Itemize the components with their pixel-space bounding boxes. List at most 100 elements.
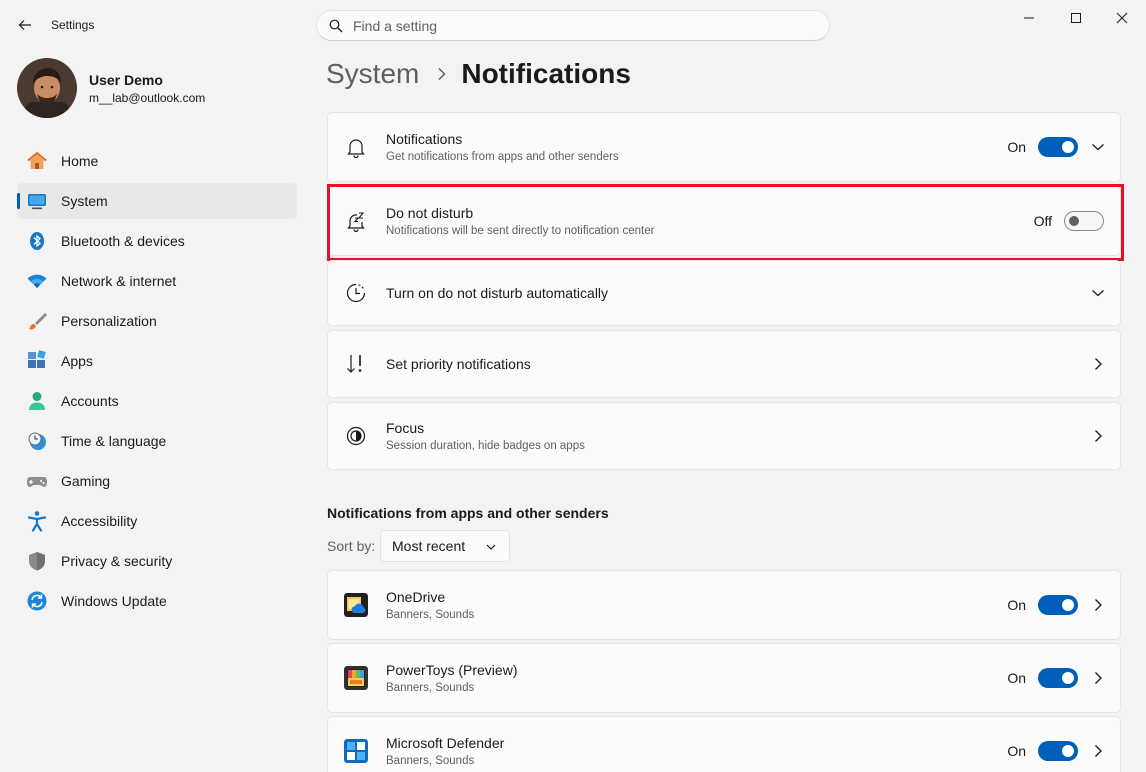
- setting-title: Set priority notifications: [386, 356, 531, 372]
- breadcrumb: System Notifications: [326, 58, 631, 90]
- system-icon: [26, 190, 48, 212]
- breadcrumb-chevron-icon: [437, 67, 447, 81]
- update-icon: [26, 590, 48, 612]
- close-icon: [1116, 12, 1128, 24]
- sidebar-item-apps[interactable]: Apps: [17, 343, 297, 379]
- sidebar-item-windows-update[interactable]: Windows Update: [17, 583, 297, 619]
- search-icon: [329, 19, 343, 32]
- app-title: Settings: [51, 18, 95, 32]
- setting-subtitle: Notifications will be sent directly to n…: [386, 225, 655, 237]
- sort-by-label: Sort by:: [327, 538, 376, 554]
- page-title: Notifications: [461, 58, 631, 89]
- sidebar-item-label: Privacy & security: [61, 553, 173, 569]
- sidebar-item-label: System: [61, 193, 108, 209]
- clock-globe-icon: [26, 430, 48, 452]
- dnd-automatic-setting[interactable]: Turn on do not disturb automatically: [327, 260, 1121, 326]
- sidebar-item-home[interactable]: Home: [17, 143, 297, 179]
- sort-dropdown[interactable]: Most recent: [380, 530, 510, 562]
- chevron-right-icon[interactable]: [1090, 670, 1106, 686]
- onedrive-app-icon: [344, 593, 368, 617]
- toggle-state-label: On: [1007, 597, 1026, 613]
- powertoys-app-icon: [344, 666, 368, 690]
- bell-icon: [344, 135, 368, 159]
- chevron-down-icon[interactable]: [1090, 139, 1106, 155]
- setting-title: Turn on do not disturb automatically: [386, 285, 609, 301]
- wifi-icon: [26, 270, 48, 292]
- powertoys-toggle[interactable]: [1038, 668, 1078, 688]
- close-button[interactable]: [1110, 6, 1134, 30]
- sidebar-item-personalization[interactable]: Personalization: [17, 303, 297, 339]
- minimize-icon: [1024, 17, 1034, 19]
- sidebar-item-label: Windows Update: [61, 593, 167, 609]
- sort-selected-value: Most recent: [392, 538, 466, 554]
- toggle-state-label: On: [1007, 670, 1026, 686]
- toggle-state-label: Off: [1033, 213, 1052, 229]
- sidebar-item-label: Gaming: [61, 473, 111, 489]
- priority-notifications-setting[interactable]: Set priority notifications: [327, 330, 1121, 398]
- maximize-button[interactable]: [1064, 6, 1088, 30]
- accessibility-icon: [26, 510, 48, 532]
- focus-setting[interactable]: Focus Session duration, hide badges on a…: [327, 402, 1121, 470]
- minimize-button[interactable]: [1017, 6, 1041, 30]
- focus-icon: [344, 424, 368, 448]
- notifications-setting[interactable]: Notifications Get notifications from app…: [327, 112, 1121, 182]
- search-box[interactable]: [316, 10, 830, 41]
- setting-title: Notifications: [386, 131, 463, 147]
- app-name: Microsoft Defender: [386, 735, 505, 751]
- toggle-state-label: On: [1007, 139, 1026, 155]
- back-arrow-icon: [18, 20, 31, 30]
- shield-icon: [26, 550, 48, 572]
- avatar: [17, 58, 77, 118]
- back-button[interactable]: [14, 14, 36, 36]
- sidebar-item-label: Home: [61, 153, 99, 169]
- app-notification-row[interactable]: PowerToys (Preview) Banners, Sounds On: [327, 643, 1121, 713]
- setting-title: Do not disturb: [386, 205, 474, 221]
- sidebar-item-accessibility[interactable]: Accessibility: [17, 503, 297, 539]
- notifications-toggle[interactable]: [1038, 137, 1078, 157]
- chevron-right-icon[interactable]: [1090, 428, 1106, 444]
- user-email: m__lab@outlook.com: [89, 90, 206, 105]
- do-not-disturb-toggle[interactable]: [1064, 211, 1104, 231]
- chevron-down-icon[interactable]: [1090, 285, 1106, 301]
- maximize-icon: [1071, 13, 1081, 23]
- app-notification-detail: Banners, Sounds: [386, 609, 475, 621]
- sidebar-item-system[interactable]: System: [17, 183, 297, 219]
- bluetooth-icon: [26, 230, 48, 252]
- setting-subtitle: Get notifications from apps and other se…: [386, 151, 619, 163]
- apps-icon: [26, 350, 48, 372]
- clock-icon: [344, 281, 368, 305]
- sidebar-item-label: Accessibility: [61, 513, 138, 529]
- sidebar-item-label: Network & internet: [61, 273, 177, 289]
- sidebar-item-accounts[interactable]: Accounts: [17, 383, 297, 419]
- defender-app-icon: [344, 739, 368, 763]
- sidebar-item-time-language[interactable]: Time & language: [17, 423, 297, 459]
- sidebar-item-gaming[interactable]: Gaming: [17, 463, 297, 499]
- onedrive-toggle[interactable]: [1038, 595, 1078, 615]
- app-name: PowerToys (Preview): [386, 662, 518, 678]
- user-name: User Demo: [89, 71, 163, 88]
- search-input[interactable]: [353, 17, 793, 34]
- brush-icon: [26, 310, 48, 332]
- sidebar-item-network[interactable]: Network & internet: [17, 263, 297, 299]
- chevron-right-icon[interactable]: [1090, 356, 1106, 372]
- do-not-disturb-setting[interactable]: Do not disturb Notifications will be sen…: [327, 186, 1121, 256]
- setting-subtitle: Session duration, hide badges on apps: [386, 440, 585, 452]
- sidebar-item-label: Apps: [61, 353, 93, 369]
- app-notification-row[interactable]: OneDrive Banners, Sounds On: [327, 570, 1121, 640]
- app-name: OneDrive: [386, 589, 446, 605]
- sidebar-item-privacy[interactable]: Privacy & security: [17, 543, 297, 579]
- chevron-right-icon[interactable]: [1090, 743, 1106, 759]
- bell-snooze-icon: [344, 209, 368, 233]
- app-notification-detail: Banners, Sounds: [386, 755, 475, 767]
- user-profile[interactable]: User Demo m__lab@outlook.com: [17, 58, 205, 118]
- defender-toggle[interactable]: [1038, 741, 1078, 761]
- gamepad-icon: [26, 470, 48, 492]
- sidebar-item-bluetooth[interactable]: Bluetooth & devices: [17, 223, 297, 259]
- app-notification-row[interactable]: Microsoft Defender Banners, Sounds On: [327, 716, 1121, 772]
- sidebar-item-label: Personalization: [61, 313, 157, 329]
- sidebar-item-label: Accounts: [61, 393, 119, 409]
- breadcrumb-parent[interactable]: System: [326, 58, 419, 90]
- toggle-state-label: On: [1007, 743, 1026, 759]
- title-bar: Settings: [0, 0, 1146, 50]
- chevron-right-icon[interactable]: [1090, 597, 1106, 613]
